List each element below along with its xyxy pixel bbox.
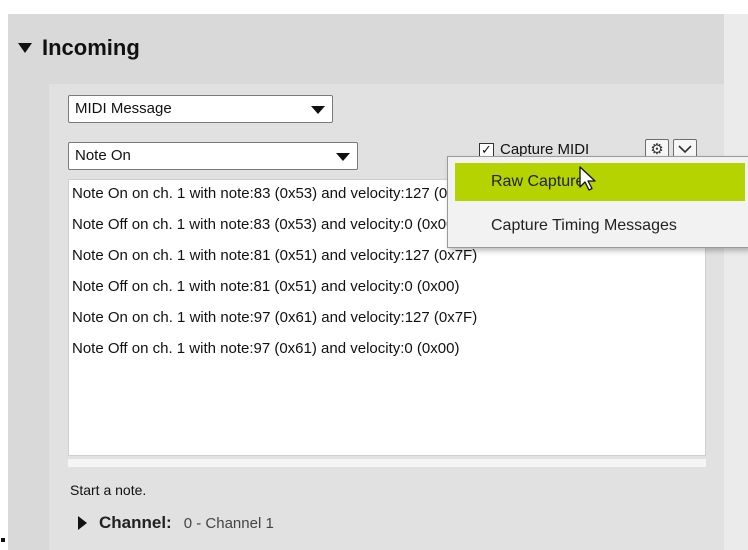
message-type-value: MIDI Message <box>75 100 172 117</box>
log-line: Note On on ch. 1 with note:81 (0x51) and… <box>72 247 478 264</box>
side-strip <box>724 14 748 550</box>
section-title: Incoming <box>42 35 140 60</box>
channel-label: Channel: <box>99 513 172 532</box>
channel-row[interactable]: Channel: 0 - Channel 1 <box>78 513 274 533</box>
hint-text: Start a note. <box>70 482 147 498</box>
channel-value: 0 - Channel 1 <box>183 514 274 532</box>
menu-item-capture-timing[interactable]: Capture Timing Messages <box>455 207 745 245</box>
note-filter-select[interactable]: Note On <box>68 142 358 170</box>
dropdown-arrow-icon <box>311 106 325 114</box>
dot-marker <box>1 538 5 542</box>
incoming-section-header[interactable]: Incoming <box>18 33 140 63</box>
collapse-triangle-icon[interactable] <box>18 43 32 53</box>
dropdown-arrow-icon <box>336 153 350 161</box>
log-line: Note On on ch. 1 with note:83 (0x53) and… <box>72 185 478 202</box>
log-line: Note On on ch. 1 with note:97 (0x61) and… <box>72 309 478 326</box>
mouse-cursor-icon <box>578 166 600 192</box>
menu-item-raw-capture[interactable]: Raw Capture <box>455 163 745 201</box>
log-line: Note Off on ch. 1 with note:81 (0x51) an… <box>72 278 460 295</box>
log-line: Note Off on ch. 1 with note:83 (0x53) an… <box>72 216 460 233</box>
message-type-select[interactable]: MIDI Message <box>68 95 333 123</box>
log-line: Note Off on ch. 1 with note:97 (0x61) an… <box>72 340 460 357</box>
log-scrollbar[interactable] <box>68 459 706 467</box>
note-filter-value: Note On <box>75 147 131 164</box>
expand-triangle-icon[interactable] <box>78 516 87 530</box>
